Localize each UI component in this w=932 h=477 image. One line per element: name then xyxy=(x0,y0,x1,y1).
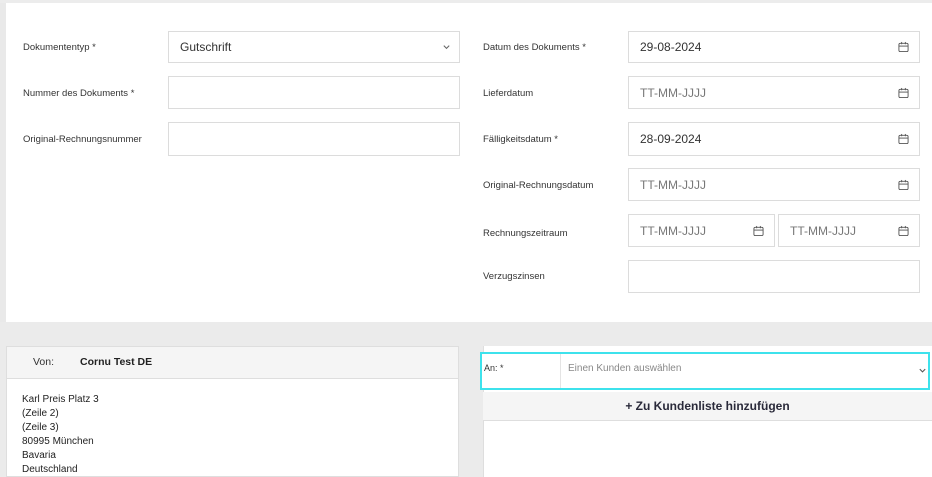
due-date-label: Fälligkeitsdatum * xyxy=(483,134,558,145)
chevron-down-icon[interactable] xyxy=(918,366,927,375)
sender-header: Von: Cornu Test DE xyxy=(7,347,458,379)
address-line: Bavaria xyxy=(22,450,56,461)
document-date-label: Datum des Dokuments * xyxy=(483,42,586,53)
sender-address: Karl Preis Platz 3 (Zeile 2) (Zeile 3) 8… xyxy=(22,393,99,477)
invoice-period-label: Rechnungszeitraum xyxy=(483,228,568,239)
invoice-period-from-input[interactable]: TT-MM-JJJJ xyxy=(628,214,775,247)
original-invoice-date-placeholder: TT-MM-JJJJ xyxy=(640,177,706,192)
document-date-value: 29-08-2024 xyxy=(640,40,702,54)
document-type-value: Gutschrift xyxy=(180,40,232,54)
add-to-customer-list-label: + Zu Kundenliste hinzufügen xyxy=(625,399,790,413)
add-to-customer-list-button[interactable]: + Zu Kundenliste hinzufügen xyxy=(483,392,932,421)
document-type-label: Dokumententyp * xyxy=(23,42,96,53)
address-line: (Zeile 3) xyxy=(22,422,59,433)
delivery-date-placeholder: TT-MM-JJJJ xyxy=(640,85,706,100)
delivery-date-label: Lieferdatum xyxy=(483,88,534,99)
customer-select-placeholder[interactable]: Einen Kunden auswählen xyxy=(568,363,681,374)
invoice-period-to-placeholder: TT-MM-JJJJ xyxy=(790,223,856,238)
address-line: Deutschland xyxy=(22,464,78,475)
calendar-icon[interactable] xyxy=(898,133,909,145)
original-invoice-date-label: Original-Rechnungsdatum xyxy=(483,180,594,191)
document-date-input[interactable]: 29-08-2024 xyxy=(628,31,920,63)
top-divider xyxy=(0,0,932,3)
delivery-date-input[interactable]: TT-MM-JJJJ xyxy=(628,76,920,109)
sender-name: Cornu Test DE xyxy=(80,356,153,368)
calendar-icon[interactable] xyxy=(753,225,764,236)
due-date-input[interactable]: 28-09-2024 xyxy=(628,122,920,156)
calendar-icon[interactable] xyxy=(898,225,909,236)
recipient-label: An: * xyxy=(484,363,504,373)
address-line: 80995 München xyxy=(22,436,94,447)
document-number-label: Nummer des Dokuments * xyxy=(23,88,135,99)
sender-panel: Von: Cornu Test DE Karl Preis Platz 3 (Z… xyxy=(6,346,459,477)
original-invoice-number-input[interactable] xyxy=(168,122,460,156)
invoice-period-from-placeholder: TT-MM-JJJJ xyxy=(640,223,706,238)
due-date-value: 28-09-2024 xyxy=(640,132,702,146)
recipient-row[interactable]: An: * Einen Kunden auswählen xyxy=(480,352,930,390)
chevron-down-icon xyxy=(443,45,450,50)
address-line: Karl Preis Platz 3 xyxy=(22,394,99,405)
sender-label: Von: xyxy=(33,356,55,368)
late-interest-label: Verzugszinsen xyxy=(483,271,545,282)
original-invoice-date-input[interactable]: TT-MM-JJJJ xyxy=(628,168,920,201)
calendar-icon[interactable] xyxy=(898,41,909,53)
document-number-input[interactable] xyxy=(168,76,460,109)
row-divider xyxy=(560,354,561,388)
address-line: (Zeile 2) xyxy=(22,408,59,419)
document-type-select[interactable]: Gutschrift xyxy=(168,31,460,63)
original-invoice-number-label: Original-Rechnungsnummer xyxy=(23,134,142,145)
calendar-icon[interactable] xyxy=(898,87,909,98)
late-interest-input[interactable] xyxy=(628,260,920,293)
invoice-period-to-input[interactable]: TT-MM-JJJJ xyxy=(778,214,920,247)
calendar-icon[interactable] xyxy=(898,179,909,190)
